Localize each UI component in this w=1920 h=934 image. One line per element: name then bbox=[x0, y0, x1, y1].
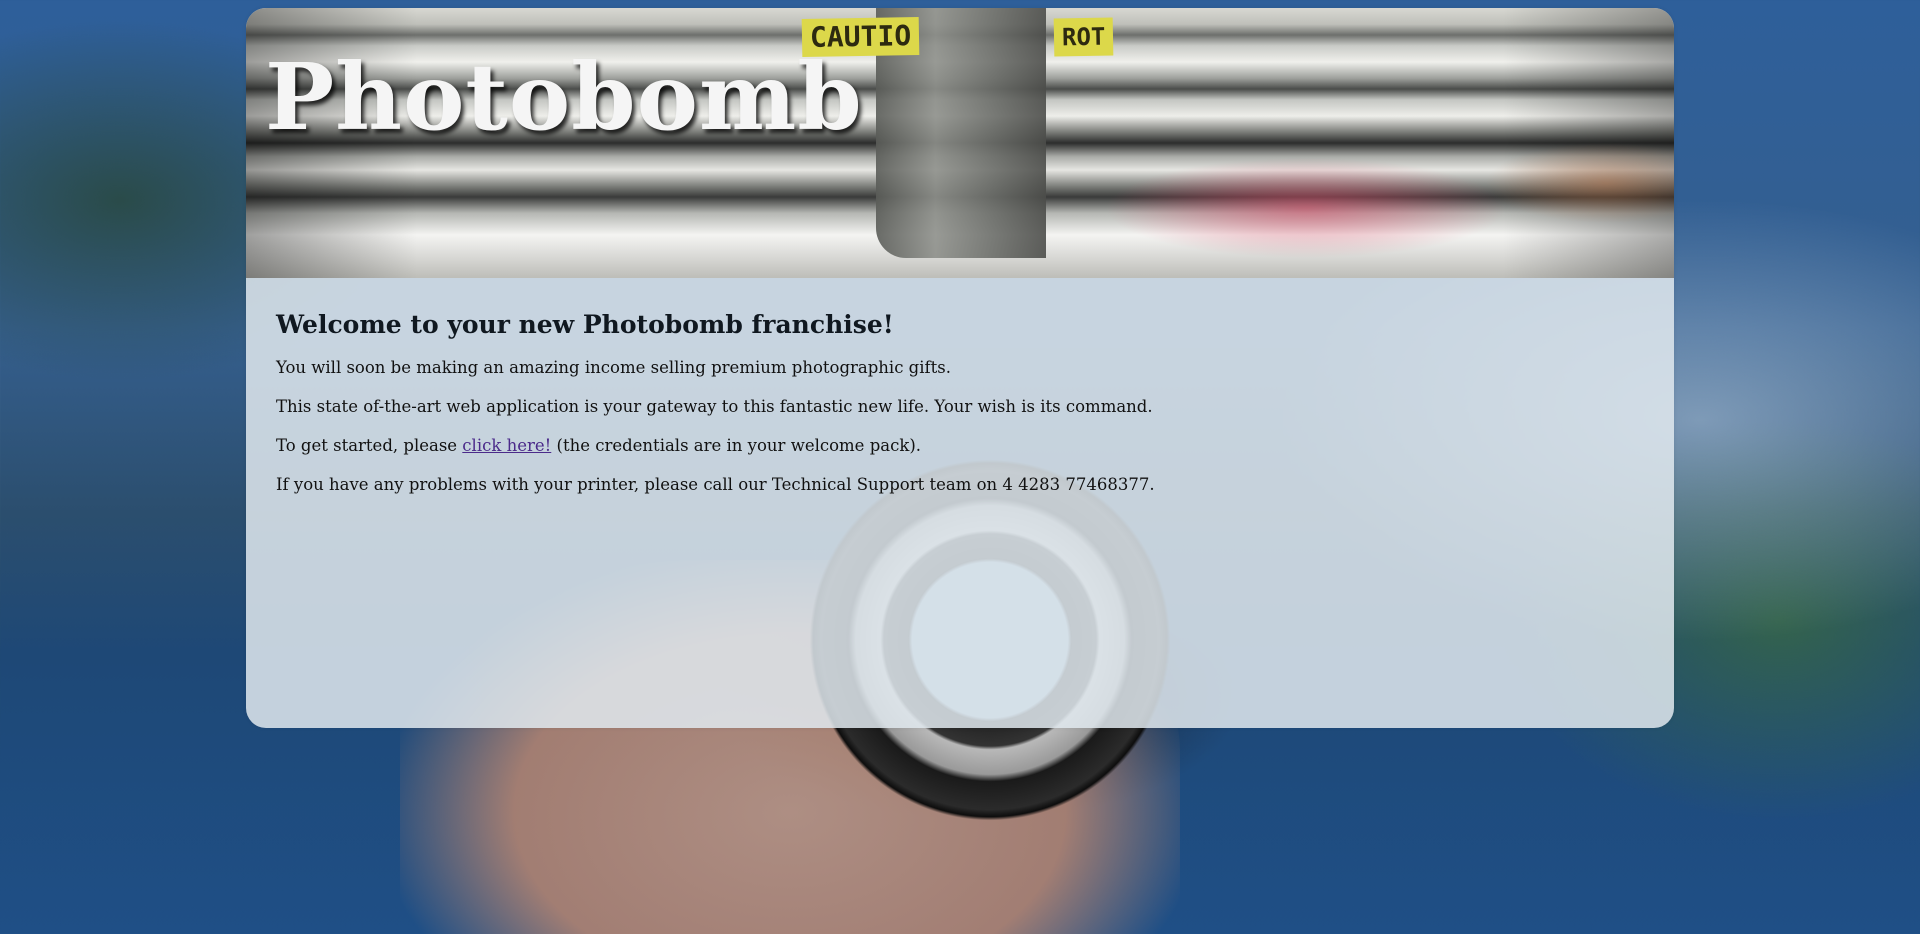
welcome-content: Welcome to your new Photobomb franchise!… bbox=[246, 278, 1674, 539]
main-panel: CAUTIO ROT Photobomb Welcome to your new… bbox=[246, 8, 1674, 728]
get-started-prefix: To get started, please bbox=[276, 436, 463, 455]
welcome-heading: Welcome to your new Photobomb franchise! bbox=[276, 310, 894, 339]
rotation-sticker: ROT bbox=[1053, 17, 1114, 57]
gateway-paragraph: This state of-the-art web application is… bbox=[276, 397, 1153, 416]
header-banner: CAUTIO ROT Photobomb bbox=[246, 8, 1674, 278]
site-title: Photobomb bbox=[265, 43, 863, 151]
support-paragraph: If you have any problems with your print… bbox=[276, 475, 1155, 494]
intro-paragraph: You will soon be making an amazing incom… bbox=[276, 358, 951, 377]
get-started-suffix: (the credentials are in your welcome pac… bbox=[551, 436, 922, 455]
click-here-link[interactable]: click here! bbox=[462, 436, 551, 455]
get-started-paragraph: To get started, please click here! (the … bbox=[276, 435, 1644, 457]
